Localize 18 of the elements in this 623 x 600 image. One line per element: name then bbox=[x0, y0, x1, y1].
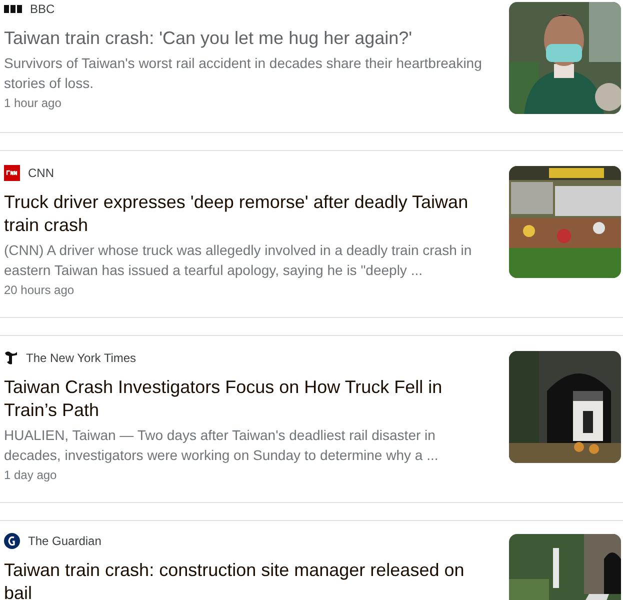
timestamp: 1 day ago bbox=[4, 467, 58, 484]
snippet-text: (CNN) A driver whose truck was allegedly involved in a deadly train crash in eastern Taiwan has issued a tearful apology, saying he is "deeply ... bbox=[4, 241, 473, 280]
snippet-text: Survivors of Taiwan's worst rail accident in decades share their heartbreaking stories of loss. bbox=[4, 54, 483, 93]
source-name: BBC bbox=[30, 1, 55, 17]
headline-link[interactable]: Taiwan train crash: 'Can you let me hug her again?' bbox=[4, 27, 496, 50]
timestamp: 1 hour ago bbox=[4, 95, 62, 112]
headline-link[interactable]: Truck driver expresses 'deep remorse' after deadly Taiwan train crash bbox=[4, 191, 496, 237]
headline-link[interactable]: Taiwan Crash Investigators Focus on How Truck Fell in Train’s Path bbox=[4, 376, 496, 422]
snippet-text: HUALIEN, Taiwan — Two days after Taiwan's deadliest rail disaster in decades, investigators were working on Sunday to determine why a ... bbox=[4, 426, 440, 465]
logo-icon bbox=[4, 5, 22, 13]
source-name: CNN bbox=[28, 165, 54, 181]
source-name: The Guardian bbox=[28, 533, 102, 549]
logo-icon bbox=[4, 350, 18, 366]
headline-link[interactable]: Taiwan train crash: construction site manager released on bail bbox=[4, 559, 496, 600]
logo-icon bbox=[4, 165, 20, 181]
timestamp: 20 hours ago bbox=[4, 282, 76, 299]
source-name: The New York Times bbox=[26, 350, 136, 366]
logo-icon bbox=[4, 533, 20, 549]
